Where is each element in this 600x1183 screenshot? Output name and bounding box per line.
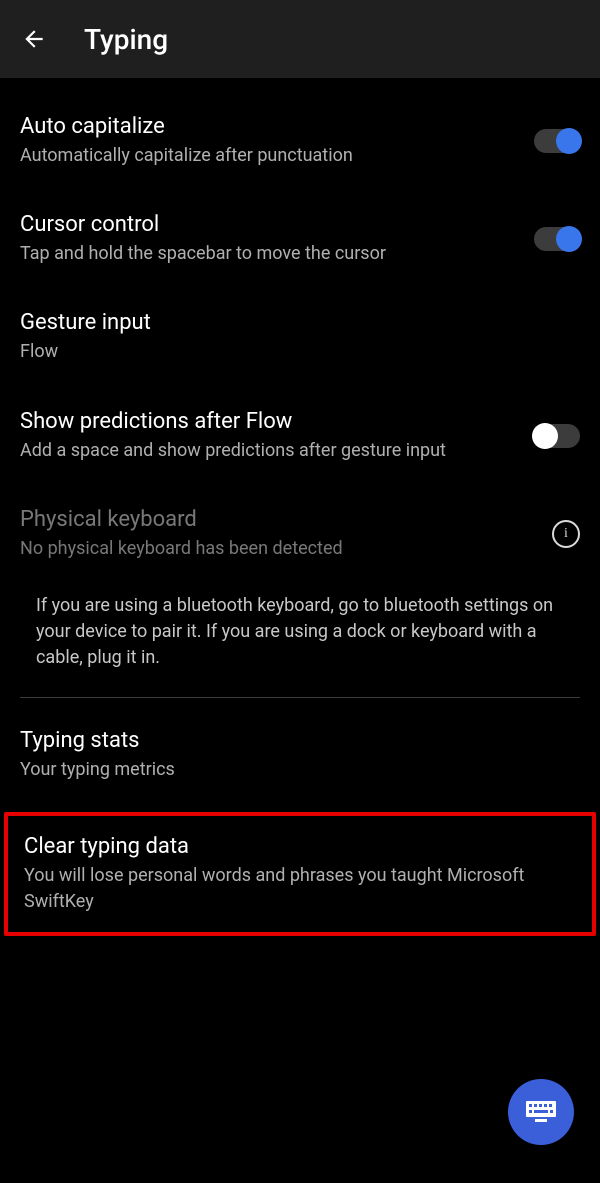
page-title: Typing <box>84 23 168 56</box>
back-arrow-icon[interactable] <box>20 25 48 53</box>
gesture-input-item[interactable]: Gesture input Flow <box>20 288 580 386</box>
auto-capitalize-title: Auto capitalize <box>20 114 518 139</box>
physical-keyboard-subtitle: No physical keyboard has been detected <box>20 536 536 561</box>
keyboard-info-text: If you are using a bluetooth keyboard, g… <box>36 593 580 671</box>
show-predictions-subtitle: Add a space and show predictions after g… <box>20 438 518 463</box>
gesture-input-subtitle: Flow <box>20 339 580 364</box>
keyboard-info-box: If you are using a bluetooth keyboard, g… <box>20 583 580 698</box>
clear-typing-data-item[interactable]: Clear typing data You will lose personal… <box>24 834 576 913</box>
gesture-input-title: Gesture input <box>20 310 580 335</box>
cursor-control-item[interactable]: Cursor control Tap and hold the spacebar… <box>20 190 580 288</box>
physical-keyboard-title: Physical keyboard <box>20 507 536 532</box>
typing-stats-subtitle: Your typing metrics <box>20 757 580 782</box>
clear-typing-data-highlight: Clear typing data You will lose personal… <box>4 812 596 935</box>
app-header: Typing <box>0 0 600 78</box>
keyboard-fab[interactable] <box>508 1079 574 1145</box>
show-predictions-item[interactable]: Show predictions after Flow Add a space … <box>20 387 580 485</box>
info-icon[interactable]: i <box>552 520 580 548</box>
keyboard-icon <box>526 1101 556 1123</box>
auto-capitalize-item[interactable]: Auto capitalize Automatically capitalize… <box>20 78 580 190</box>
show-predictions-toggle[interactable] <box>534 424 580 448</box>
settings-content: Auto capitalize Automatically capitalize… <box>0 78 600 936</box>
cursor-control-toggle[interactable] <box>534 227 580 251</box>
typing-stats-item[interactable]: Typing stats Your typing metrics <box>20 706 580 804</box>
clear-typing-data-title: Clear typing data <box>24 834 576 859</box>
cursor-control-subtitle: Tap and hold the spacebar to move the cu… <box>20 241 518 266</box>
auto-capitalize-toggle[interactable] <box>534 129 580 153</box>
clear-typing-data-subtitle: You will lose personal words and phrases… <box>24 863 576 913</box>
show-predictions-title: Show predictions after Flow <box>20 409 518 434</box>
typing-stats-title: Typing stats <box>20 728 580 753</box>
physical-keyboard-item[interactable]: Physical keyboard No physical keyboard h… <box>20 485 580 583</box>
cursor-control-title: Cursor control <box>20 212 518 237</box>
auto-capitalize-subtitle: Automatically capitalize after punctuati… <box>20 143 518 168</box>
